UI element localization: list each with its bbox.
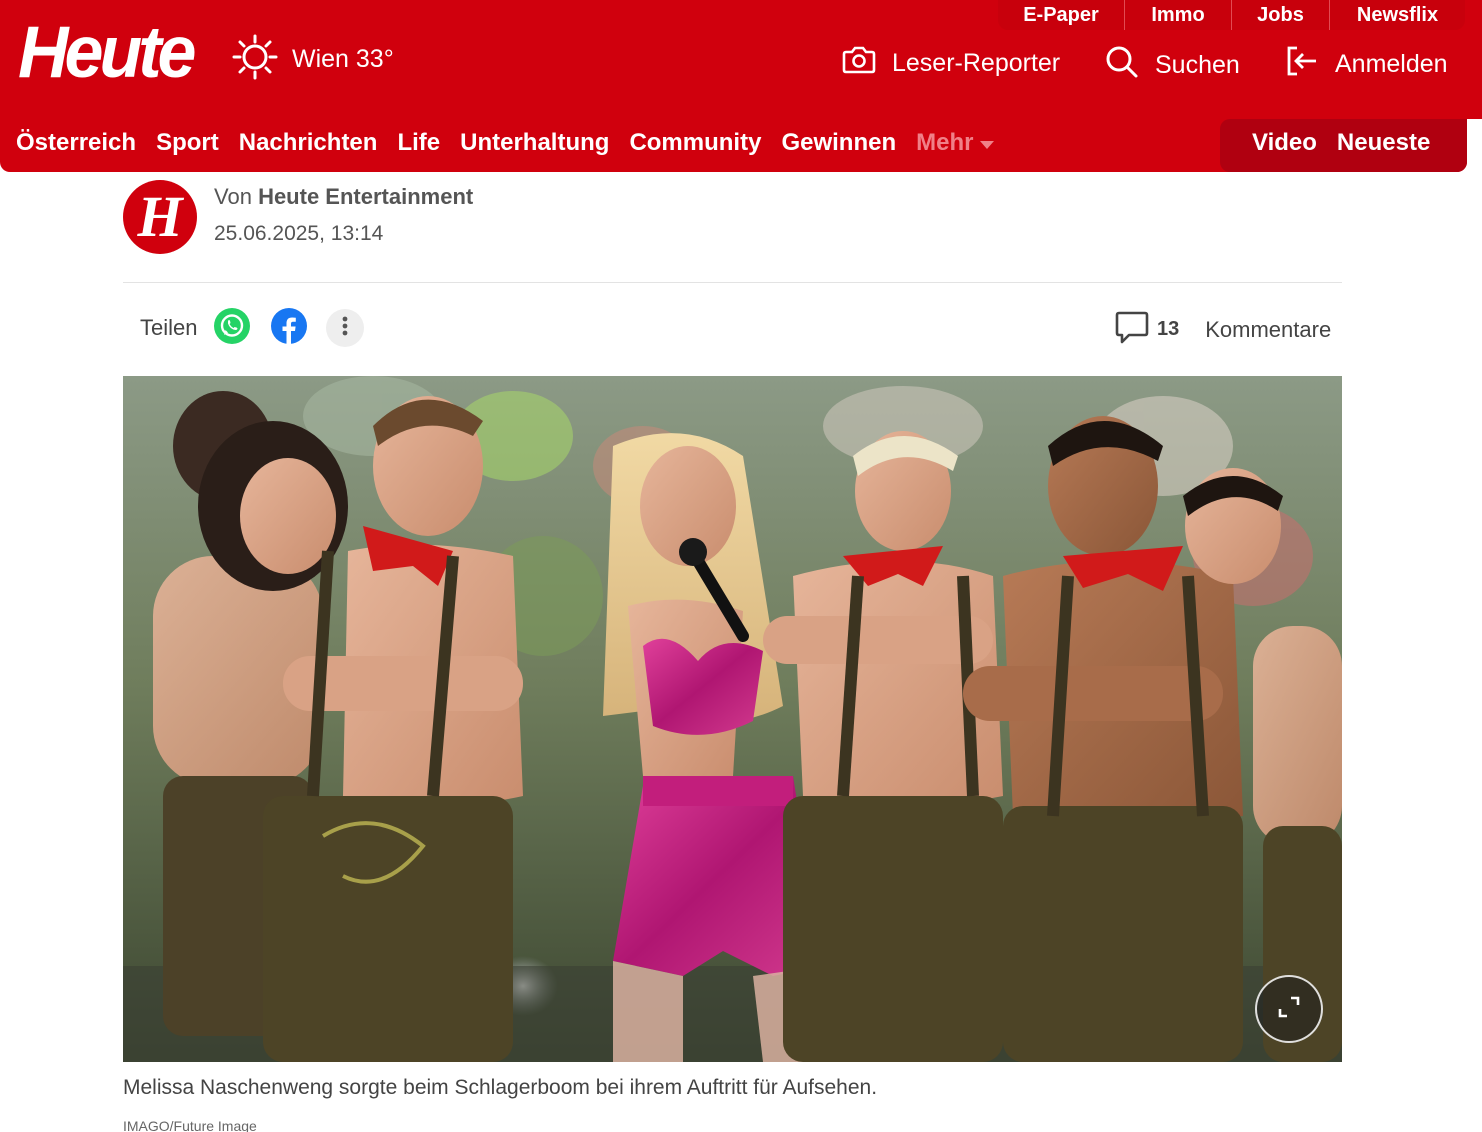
expand-image-button[interactable] xyxy=(1255,975,1323,1043)
sun-icon xyxy=(232,34,278,85)
login-label: Anmelden xyxy=(1335,50,1448,78)
divider xyxy=(123,282,1342,283)
expand-icon xyxy=(1277,995,1301,1024)
leser-reporter-label: Leser-Reporter xyxy=(892,49,1061,77)
nav-right: Video Neueste xyxy=(1252,129,1430,157)
comment-count: 13 xyxy=(1157,318,1180,340)
nav-unterhaltung[interactable]: Unterhaltung xyxy=(460,129,609,157)
weather-widget[interactable]: Wien 33° xyxy=(232,34,394,85)
nav-nachrichten[interactable]: Nachrichten xyxy=(239,129,378,157)
nav-oesterreich[interactable]: Österreich xyxy=(16,129,136,157)
main-nav: Österreich Sport Nachrichten Life Unterh… xyxy=(16,129,1015,157)
leser-reporter-button[interactable]: Leser-Reporter xyxy=(842,45,1060,82)
comment-label: Kommentare xyxy=(1205,316,1332,342)
author-avatar[interactable]: H xyxy=(123,180,197,254)
whatsapp-icon xyxy=(213,307,251,350)
nav-gewinnen[interactable]: Gewinnen xyxy=(781,129,896,157)
publish-date: 25.06.2025, 13:14 xyxy=(214,222,384,245)
article-photo[interactable] xyxy=(123,376,1342,1062)
facebook-icon xyxy=(270,307,308,350)
site-header: Heute Wien 33° E-Paper Immo Jobs Newsfli… xyxy=(0,0,1482,172)
topbar: E-Paper Immo Jobs Newsflix xyxy=(998,0,1465,30)
search-button[interactable]: Suchen xyxy=(1105,45,1240,86)
more-share-button[interactable] xyxy=(326,309,364,347)
nav-neueste[interactable]: Neueste xyxy=(1337,129,1430,157)
login-button[interactable]: Anmelden xyxy=(1285,45,1448,84)
nav-more-dropdown[interactable]: Mehr xyxy=(916,129,995,157)
image-caption: Melissa Naschenweng sorgte beim Schlager… xyxy=(123,1076,878,1099)
facebook-share-button[interactable] xyxy=(270,307,308,350)
nav-sport[interactable]: Sport xyxy=(156,129,219,157)
search-icon xyxy=(1105,45,1139,86)
topbar-jobs[interactable]: Jobs xyxy=(1232,0,1330,30)
author-prefix: Von xyxy=(214,184,252,209)
whatsapp-share-button[interactable] xyxy=(213,307,251,350)
nav-video[interactable]: Video xyxy=(1252,129,1317,157)
nav-life[interactable]: Life xyxy=(397,129,440,157)
weather-text: Wien 33° xyxy=(292,45,394,73)
author-name[interactable]: Heute Entertainment xyxy=(258,184,473,209)
site-logo[interactable]: Heute xyxy=(18,10,196,94)
login-icon xyxy=(1285,45,1319,84)
photo-illustration xyxy=(123,376,1342,1062)
nav-more-label: Mehr xyxy=(916,129,974,156)
topbar-newsflix[interactable]: Newsflix xyxy=(1330,0,1465,30)
share-label: Teilen xyxy=(140,315,198,340)
topbar-immo[interactable]: Immo xyxy=(1125,0,1232,30)
author-avatar-letter: H xyxy=(137,184,183,249)
caret-down-icon xyxy=(979,129,995,157)
author-byline: Von Heute Entertainment xyxy=(214,184,473,210)
comments-link[interactable]: 13 Kommentare xyxy=(1115,310,1331,349)
search-label: Suchen xyxy=(1155,51,1240,79)
image-credit: IMAGO/Future Image xyxy=(123,1118,257,1132)
more-vertical-icon xyxy=(341,315,349,342)
topbar-epaper[interactable]: E-Paper xyxy=(998,0,1125,30)
nav-community[interactable]: Community xyxy=(629,129,761,157)
comment-icon xyxy=(1115,310,1149,349)
camera-icon xyxy=(842,45,876,82)
